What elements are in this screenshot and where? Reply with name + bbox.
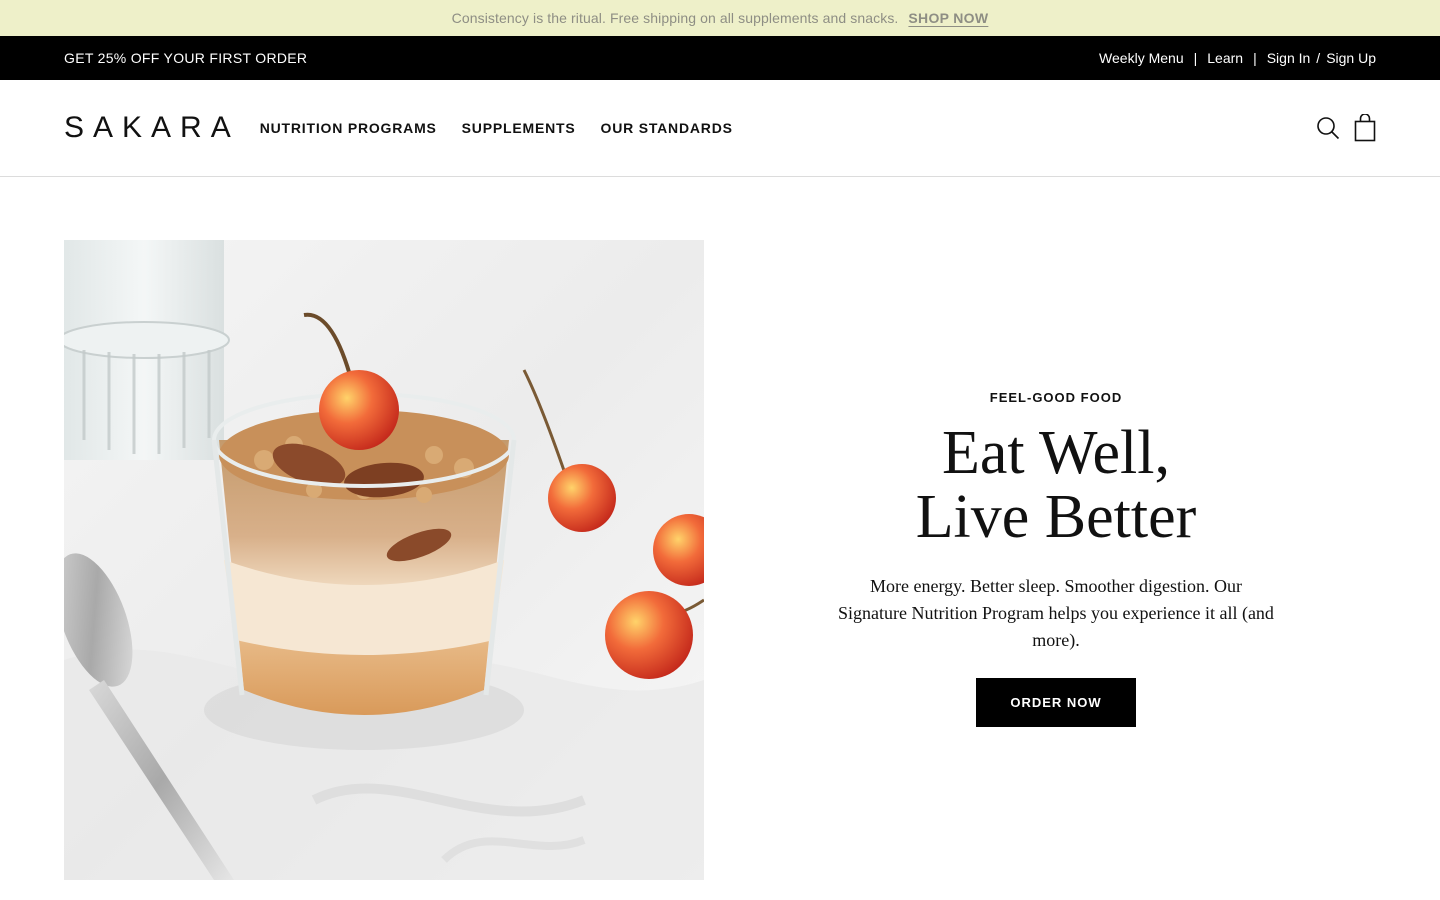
order-now-button[interactable]: ORDER NOW [976,678,1136,727]
slash-separator: / [1316,50,1321,66]
sign-up-link[interactable]: Sign Up [1326,50,1376,66]
cart-button[interactable] [1354,114,1376,142]
header-tools [1316,114,1376,142]
link-separator: | [1193,50,1198,66]
hero-food-image [64,240,704,880]
learn-link[interactable]: Learn [1207,50,1243,66]
weekly-menu-link[interactable]: Weekly Menu [1099,50,1184,66]
announcement-bar: Consistency is the ritual. Free shipping… [0,0,1440,36]
announcement-message: Consistency is the ritual. Free shipping… [451,10,899,26]
search-button[interactable] [1316,116,1340,140]
nav-our-standards[interactable]: OUR STANDARDS [601,120,733,136]
first-order-offer[interactable]: GET 25% OFF YOUR FIRST ORDER [64,50,307,66]
main-nav: NUTRITION PROGRAMS SUPPLEMENTS OUR STAND… [260,120,758,136]
sign-in-link[interactable]: Sign In [1267,50,1311,66]
promo-bar: GET 25% OFF YOUR FIRST ORDER Weekly Menu… [0,36,1440,80]
hero-content: FEEL-GOOD FOOD Eat Well, Live Better Mor… [836,390,1276,727]
hero-description: More energy. Better sleep. Smoother dige… [838,576,1274,650]
shopping-bag-icon [1354,114,1376,142]
sakara-logo[interactable]: SAKARA [64,113,240,143]
search-icon [1317,117,1340,140]
nav-supplements[interactable]: SUPPLEMENTS [462,120,576,136]
headline-line-2: Live Better [915,483,1197,551]
link-separator: | [1253,50,1257,66]
hero-headline: Eat Well, Live Better [836,421,1276,549]
headline-line-1: Eat Well, [941,419,1171,487]
nav-nutrition-programs[interactable]: NUTRITION PROGRAMS [260,120,437,136]
hero-eyebrow: FEEL-GOOD FOOD [989,390,1123,405]
parfait-illustration [64,240,704,880]
utility-links: Weekly Menu | Learn | Sign In / Sign Up [1099,50,1376,66]
site-header: SAKARA NUTRITION PROGRAMS SUPPLEMENTS OU… [0,80,1440,177]
shop-now-link[interactable]: SHOP NOW [908,10,988,26]
